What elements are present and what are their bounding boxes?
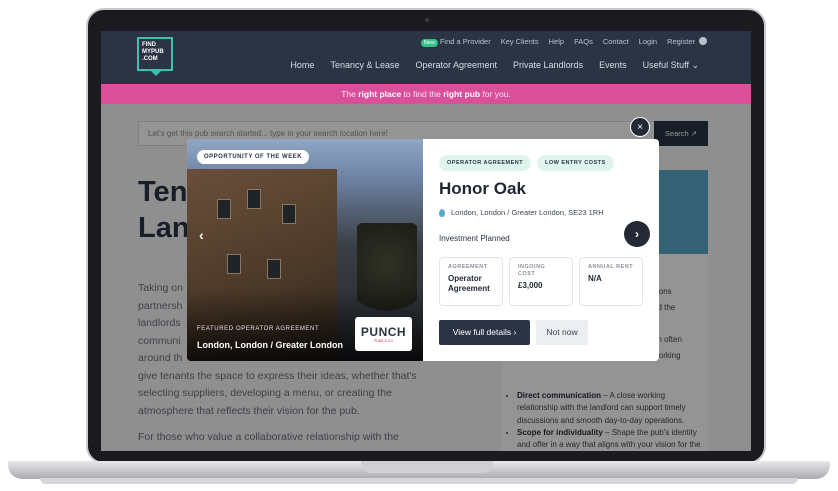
stat-value: N/A — [588, 274, 602, 283]
prev-icon[interactable]: ‹ — [199, 227, 204, 243]
new-badge: New — [420, 39, 438, 47]
stat-label: ANNUAL RENT — [588, 264, 634, 270]
login-link[interactable]: Login — [639, 37, 657, 46]
banner-text-mid: to find the — [401, 89, 444, 99]
logo-line-mypub: MYPUB — [142, 49, 164, 55]
nav-operator-agreement[interactable]: Operator Agreement — [415, 60, 497, 71]
laptop-base-shadow — [40, 478, 798, 484]
tagline-banner: The right place to find the right pub fo… — [101, 84, 751, 104]
window — [282, 204, 296, 224]
banner-highlight-1: right place — [358, 89, 402, 99]
logo-tail — [150, 70, 162, 76]
find-provider-label: Find a Provider — [439, 37, 491, 46]
tag-operator-agreement: OPERATOR AGREEMENT — [439, 155, 532, 171]
window — [227, 254, 241, 274]
main-nav: Home Tenancy & Lease Operator Agreement … — [290, 60, 699, 71]
key-clients-link[interactable]: Key Clients — [501, 37, 539, 46]
map-pin-icon — [439, 208, 445, 217]
banner-text-post: for you. — [480, 89, 511, 99]
stat-ingoing-cost: INGOING COST £3,000 — [509, 257, 573, 306]
top-links: New Find a Provider Key Clients Help FAQs… — [420, 37, 695, 47]
featured-location: London, London / Greater London — [197, 340, 343, 350]
pub-name: Honor Oak — [439, 179, 526, 198]
nav-events[interactable]: Events — [599, 60, 627, 71]
camera-dot — [425, 18, 429, 22]
site-header: FIND MYPUB .COM New Find a Provider Key C… — [101, 31, 751, 84]
stat-agreement: AGREEMENT Operator Agreement — [439, 257, 503, 306]
featured-label: FEATURED OPERATOR AGREEMENT — [197, 326, 320, 332]
pub-location: London, London / Greater London, SE23 1R… — [451, 208, 604, 217]
register-link[interactable]: Register — [667, 37, 695, 46]
window — [267, 259, 281, 279]
nav-tenancy-lease[interactable]: Tenancy & Lease — [330, 60, 399, 71]
brand-logo-text: PUNCH — [360, 325, 407, 339]
stat-value: £3,000 — [518, 281, 543, 290]
not-now-button[interactable]: Not now — [536, 320, 588, 345]
screen: FIND MYPUB .COM New Find a Provider Key C… — [101, 31, 751, 451]
nav-private-landlords[interactable]: Private Landlords — [513, 60, 583, 71]
banner-highlight-2: right pub — [443, 89, 481, 99]
user-icon[interactable] — [699, 37, 707, 45]
investment-status: Investment Planned — [439, 234, 510, 243]
stat-annual-rent: ANNUAL RENT N/A — [579, 257, 643, 306]
site-logo[interactable]: FIND MYPUB .COM — [137, 37, 173, 71]
faqs-link[interactable]: FAQs — [574, 37, 593, 46]
brand-logo: PUNCH PUBS & CO — [355, 317, 412, 351]
logo-line-find: FIND — [142, 42, 156, 48]
next-icon[interactable]: › — [624, 221, 650, 247]
opportunity-modal: OPPORTUNITY OF THE WEEK ‹ FEATURED OPERA… — [187, 139, 659, 361]
stat-label: AGREEMENT — [448, 264, 488, 270]
contact-link[interactable]: Contact — [603, 37, 629, 46]
find-provider-link[interactable]: New Find a Provider — [420, 37, 491, 47]
banner-text-pre: The — [341, 89, 359, 99]
view-full-details-button[interactable]: View full details › — [439, 320, 530, 345]
logo-line-com: .COM — [142, 56, 158, 62]
modal-details: OPERATOR AGREEMENT LOW ENTRY COSTS Honor… — [423, 139, 659, 361]
help-link[interactable]: Help — [549, 37, 564, 46]
window — [247, 189, 261, 209]
opportunity-badge: OPPORTUNITY OF THE WEEK — [197, 150, 310, 164]
location-row: London, London / Greater London, SE23 1R… — [439, 208, 604, 217]
close-icon[interactable]: × — [630, 117, 650, 137]
nav-home[interactable]: Home — [290, 60, 314, 71]
pub-photo: OPPORTUNITY OF THE WEEK ‹ FEATURED OPERA… — [187, 139, 423, 361]
window — [217, 199, 231, 219]
tag-low-entry-costs: LOW ENTRY COSTS — [537, 155, 614, 171]
nav-useful-stuff[interactable]: Useful Stuff ⌄ — [643, 60, 699, 71]
brand-logo-sub: PUBS & CO — [373, 339, 394, 343]
stat-value: Operator Agreement — [448, 274, 490, 293]
stat-label: INGOING COST — [518, 264, 546, 277]
laptop-notch — [361, 461, 493, 473]
